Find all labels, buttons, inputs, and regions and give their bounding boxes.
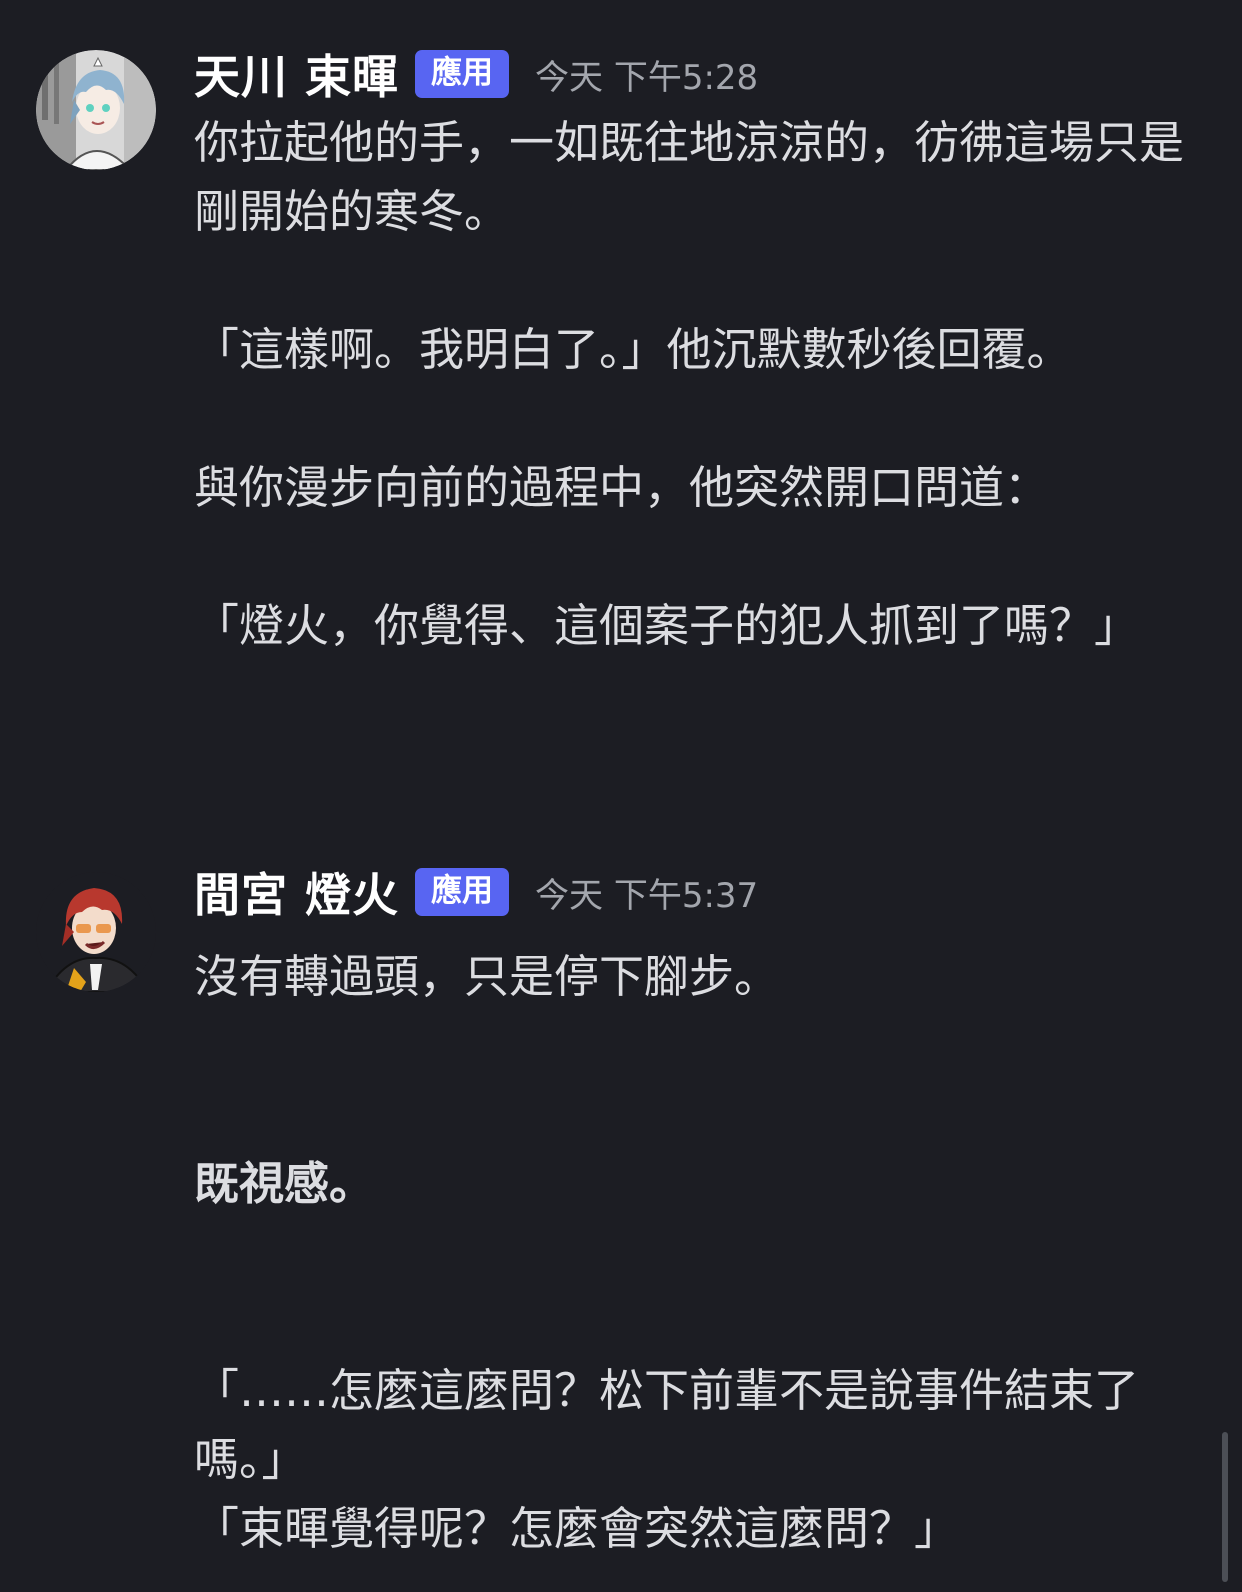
timestamp[interactable]: 今天 下午5:28 [535, 50, 758, 99]
message-paragraph-bold: 既視感。 [194, 1157, 375, 1210]
message-paragraph: 你拉起他的手，一如既往地涼涼的，彷彿這場只是剛開始的寒冬。 [194, 116, 1185, 238]
avatar-red-hair-icon [36, 872, 156, 992]
user-avatar[interactable] [36, 50, 156, 170]
message-paragraph: 「燈火，你覺得、這個案子的犯人抓到了嗎？」 [194, 599, 1140, 652]
app-badge: 應用 [415, 50, 510, 98]
message-header: 間宮 燈火 應用 今天 下午5:37 [194, 862, 758, 922]
message-paragraph: 「……怎麼這麼問？松下前輩不是說事件結束了嗎。」 [194, 1364, 1140, 1486]
message-paragraph: 與你漫步向前的過程中，他突然開口問道： [194, 461, 1050, 514]
message-paragraph: 沒有轉過頭，只是停下腳步。 [194, 950, 780, 1003]
message-content: 你拉起他的手，一如既往地涼涼的，彷彿這場只是剛開始的寒冬。 「這樣啊。我明白了。… [194, 108, 1204, 660]
username[interactable]: 天川 束暉 [194, 41, 399, 107]
username[interactable]: 間宮 燈火 [194, 859, 399, 925]
message-header: 天川 束暉 應用 今天 下午5:28 [194, 44, 758, 104]
scrollbar[interactable] [1222, 1432, 1228, 1582]
avatar-blue-hair-icon [36, 50, 156, 170]
user-avatar[interactable] [36, 872, 156, 992]
message-content: 沒有轉過頭，只是停下腳步。 既視感。 「……怎麼這麼問？松下前輩不是說事件結束了… [194, 942, 1204, 1563]
message-paragraph: 「束暉覺得呢？怎麼會突然這麼問？」 [194, 1502, 960, 1555]
app-badge: 應用 [415, 868, 510, 916]
timestamp[interactable]: 今天 下午5:37 [535, 868, 758, 917]
message-paragraph: 「這樣啊。我明白了。」他沉默數秒後回覆。 [194, 323, 1072, 376]
